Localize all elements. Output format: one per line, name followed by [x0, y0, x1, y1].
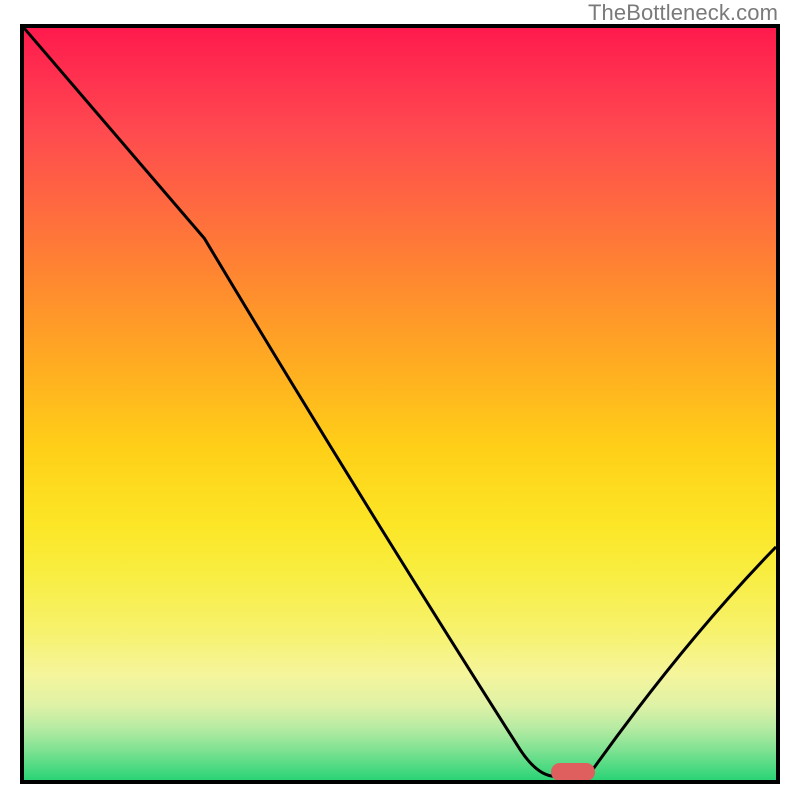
watermark-text: TheBottleneck.com [588, 0, 778, 26]
chart-line [24, 28, 776, 780]
chart-frame [20, 24, 780, 784]
chart-marker [551, 763, 595, 781]
line-series-curve [24, 28, 776, 776]
